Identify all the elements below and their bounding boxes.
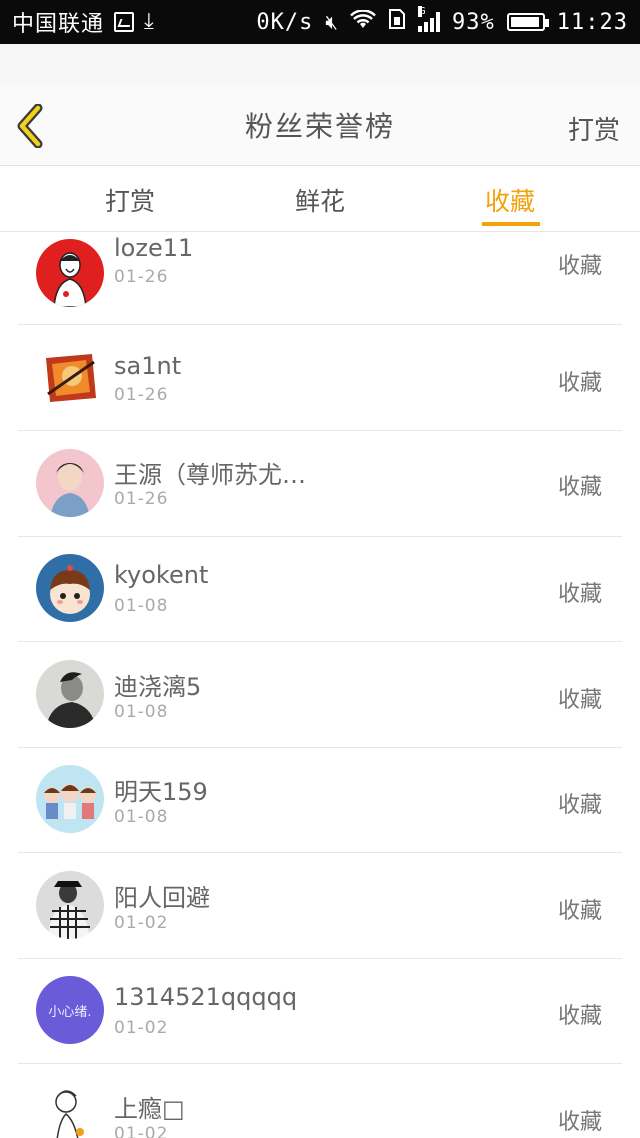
reward-button[interactable]: 打赏 xyxy=(568,110,620,147)
fan-type: 收藏 xyxy=(557,1110,602,1135)
download-icon: ⤓ xyxy=(144,9,154,34)
list-item[interactable]: kyokent 01-08 收藏 xyxy=(0,536,640,642)
avatar xyxy=(36,1082,104,1138)
carrier-label: 中国联通 xyxy=(12,12,105,37)
fan-type: 收藏 xyxy=(557,1004,602,1029)
avatar xyxy=(36,871,104,939)
fan-name: kyokent xyxy=(114,561,209,589)
list-item[interactable]: 阳人回避 01-02 收藏 xyxy=(0,853,640,959)
list-item[interactable]: 小心绪. 1314521qqqqq 01-02 收藏 xyxy=(0,958,640,1064)
tab-favorites[interactable]: 收藏 xyxy=(470,182,550,218)
active-tab-indicator xyxy=(482,222,540,226)
status-bar: 中国联通 ⤓ 0K/s 🔇︎ G 93% 11:23 xyxy=(0,0,640,44)
fan-type: 收藏 xyxy=(557,254,602,279)
avatar xyxy=(36,449,104,517)
signal-icon: G xyxy=(418,6,441,32)
fan-date: 01-26 xyxy=(114,489,169,509)
fan-name: 王源（尊师苏尤… xyxy=(114,461,306,489)
fan-type: 收藏 xyxy=(557,688,602,713)
fan-name: loze11 xyxy=(114,234,194,262)
avatar xyxy=(36,344,104,412)
fan-date: 01-26 xyxy=(114,385,169,405)
mute-icon: 🔇︎ xyxy=(325,10,339,34)
fan-date: 01-02 xyxy=(114,913,169,933)
sim-icon xyxy=(388,8,406,36)
fan-date: 01-02 xyxy=(114,1124,169,1138)
page-title: 粉丝荣誉榜 xyxy=(244,109,395,143)
fan-date: 01-02 xyxy=(114,1018,169,1038)
fan-name: sa1nt xyxy=(114,352,182,380)
back-button[interactable] xyxy=(12,103,52,149)
list-item[interactable]: 明天159 01-08 收藏 xyxy=(0,747,640,853)
fan-name: 上瘾□ xyxy=(114,1095,185,1123)
avatar-text: 小心绪. xyxy=(48,1004,92,1020)
fan-name: 迪浇漓5 xyxy=(114,673,202,701)
chevron-left-icon xyxy=(17,103,43,149)
fan-date: 01-08 xyxy=(114,702,169,722)
fan-type: 收藏 xyxy=(557,793,602,818)
list-item[interactable]: loze11 01-26 收藏 xyxy=(0,232,640,325)
fan-name: 1314521qqqqq xyxy=(114,983,298,1011)
fan-date: 01-26 xyxy=(114,267,169,287)
top-spacer xyxy=(0,44,640,84)
list-item[interactable]: sa1nt 01-26 收藏 xyxy=(0,325,640,431)
avatar xyxy=(36,660,104,728)
fan-date: 01-08 xyxy=(114,596,169,616)
fan-name: 明天159 xyxy=(114,778,208,806)
tab-flowers[interactable]: 鲜花 xyxy=(280,182,360,218)
battery-icon xyxy=(506,13,549,31)
fan-type: 收藏 xyxy=(557,475,602,500)
clock: 11:23 xyxy=(556,9,628,35)
network-speed: 0K/s xyxy=(256,9,314,35)
fan-type: 收藏 xyxy=(557,371,602,396)
fan-date: 01-08 xyxy=(114,807,169,827)
network-type: G xyxy=(418,6,426,17)
image-icon xyxy=(114,12,135,32)
list-item[interactable]: 王源（尊师苏尤… 01-26 收藏 xyxy=(0,431,640,537)
avatar xyxy=(36,239,104,307)
tab-reward[interactable]: 打赏 xyxy=(90,182,170,218)
list-item[interactable]: 迪浇漓5 01-08 收藏 xyxy=(0,642,640,748)
header: 粉丝荣誉榜 打赏 xyxy=(0,84,640,166)
fan-type: 收藏 xyxy=(557,582,602,607)
tab-bar: 打赏 鲜花 收藏 xyxy=(0,166,640,232)
avatar xyxy=(36,554,104,622)
list-item[interactable]: 上瘾□ 01-02 收藏 xyxy=(0,1064,640,1138)
avatar: 小心绪. xyxy=(36,976,104,1044)
battery-percent: 93% xyxy=(452,9,495,35)
avatar xyxy=(36,765,104,833)
wifi-icon xyxy=(350,8,376,35)
fan-name: 阳人回避 xyxy=(114,884,210,912)
fan-type: 收藏 xyxy=(557,899,602,924)
fan-list: loze11 01-26 收藏 sa1nt 01-26 收藏 王源（尊师苏尤… … xyxy=(0,232,640,1138)
